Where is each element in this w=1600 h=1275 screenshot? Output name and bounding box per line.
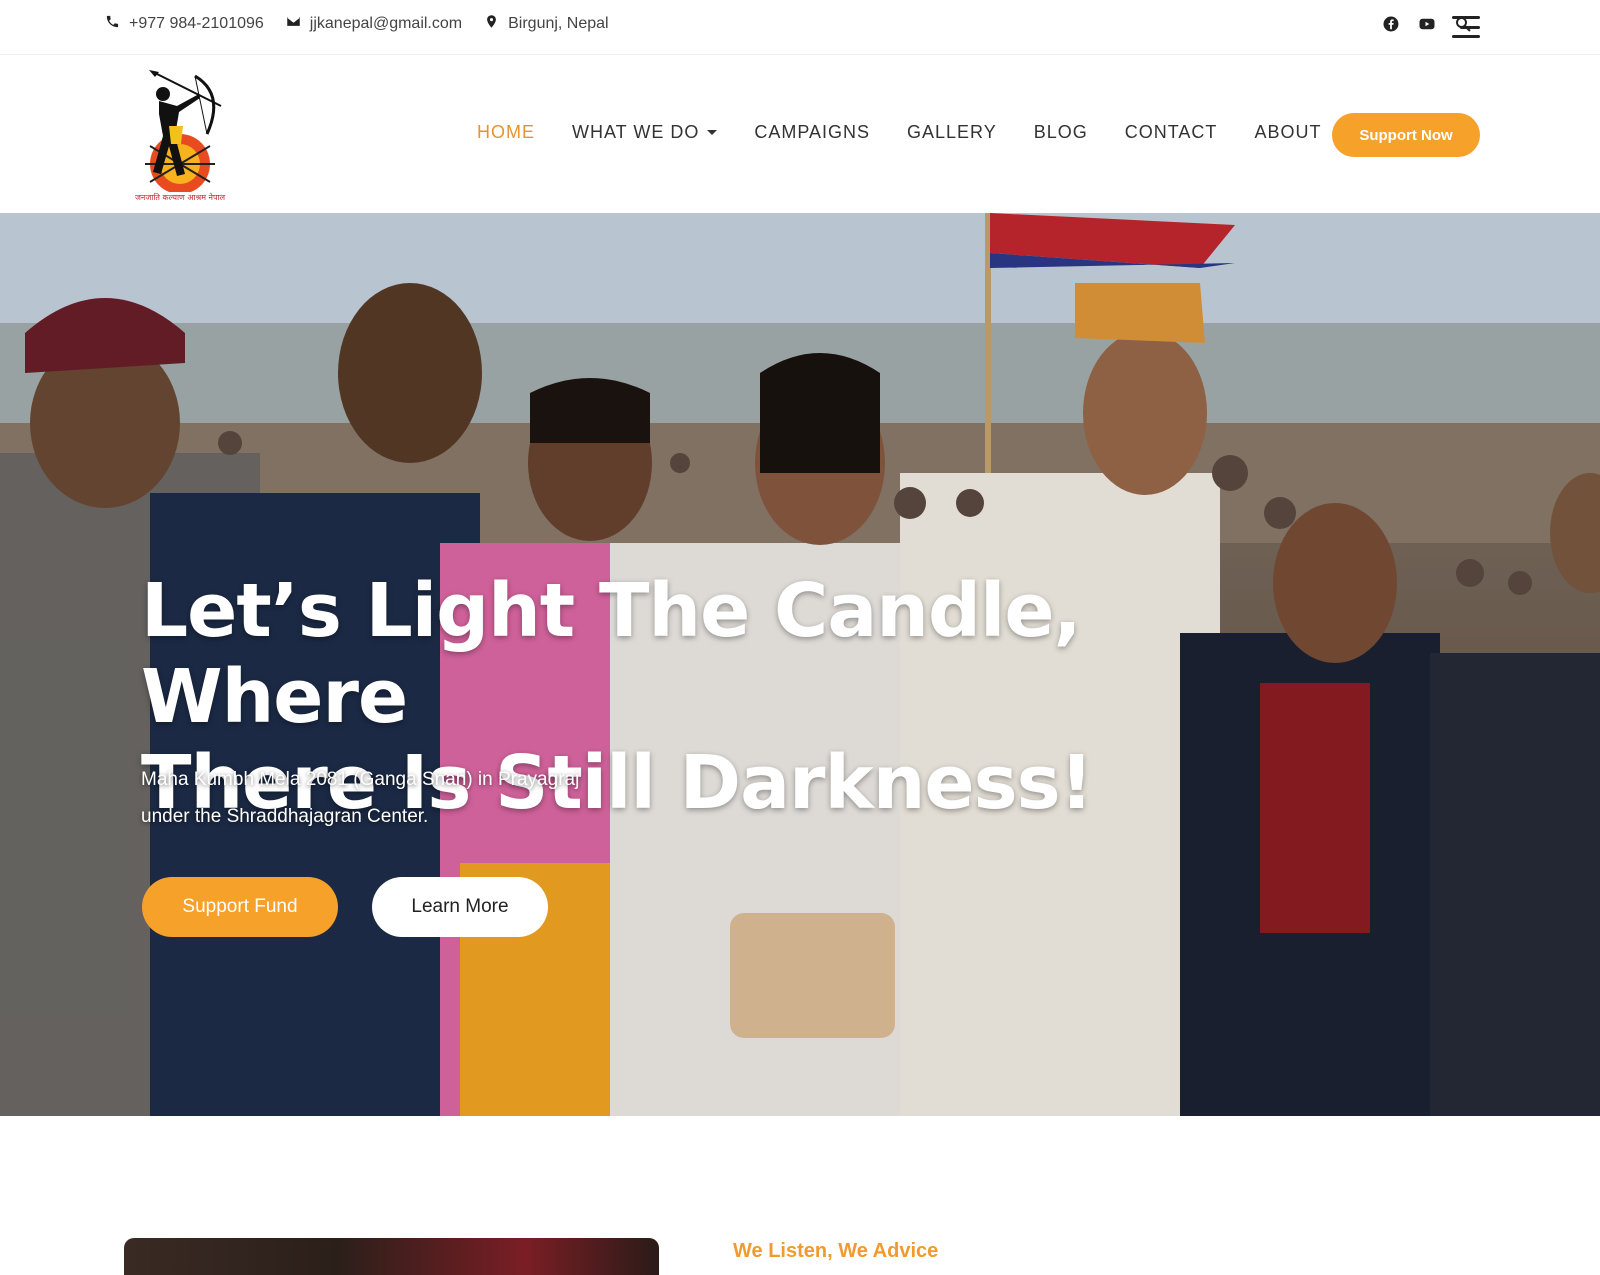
facebook-icon[interactable] xyxy=(1382,15,1400,38)
nav-label: GALLERY xyxy=(907,122,997,142)
youtube-icon[interactable] xyxy=(1418,15,1436,38)
logo-text: जनजाति कल्याण आश्रम नेपाल xyxy=(135,192,226,202)
phone-text: +977 984-2101096 xyxy=(129,15,264,32)
location-item: Birgunj, Nepal xyxy=(484,14,609,34)
contact-info: +977 984-2101096 jjkanepal@gmail.com Bir… xyxy=(105,14,609,34)
support-now-button[interactable]: Support Now xyxy=(1332,113,1480,157)
chevron-down-icon xyxy=(707,130,718,135)
section-image xyxy=(124,1238,659,1275)
nav-label: CAMPAIGNS xyxy=(754,122,871,142)
nav-item-contact[interactable]: CONTACT xyxy=(1125,122,1218,143)
email-text: jjkanepal@gmail.com xyxy=(309,15,463,32)
envelope-icon xyxy=(286,14,301,34)
hero-subtitle-line: under the Shraddhajagran Center. xyxy=(141,806,429,827)
menu-line xyxy=(1452,35,1480,38)
nav-label: CONTACT xyxy=(1124,122,1218,142)
nav-item-blog[interactable]: BLOG xyxy=(1034,122,1088,143)
hero-subtitle-line: Maha Kumbh Mela 2081 (Ganga Snan) in Pra… xyxy=(141,769,580,790)
hero-banner: Let’s Light The Candle, Where There Is S… xyxy=(0,213,1600,1116)
nav-item-campaigns[interactable]: CAMPAIGNS xyxy=(754,122,870,143)
learn-more-button[interactable]: Learn More xyxy=(372,877,548,937)
site-logo[interactable]: जनजाति कल्याण आश्रम नेपाल xyxy=(125,64,235,207)
phone-icon xyxy=(105,14,120,34)
menu-icon[interactable] xyxy=(1452,16,1480,38)
hero-subtitle: Maha Kumbh Mela 2081 (Ganga Snan) in Pra… xyxy=(141,761,661,835)
location-text: Birgunj, Nepal xyxy=(508,15,609,32)
menu-line xyxy=(1452,16,1480,19)
email-item[interactable]: jjkanepal@gmail.com xyxy=(286,14,462,34)
menu-line xyxy=(1460,25,1480,29)
nav-item-home[interactable]: HOME xyxy=(477,122,535,143)
nav-item-gallery[interactable]: GALLERY xyxy=(907,122,997,143)
phone-item[interactable]: +977 984-2101096 xyxy=(105,14,264,34)
nav-item-what-we-do[interactable]: WHAT WE DO xyxy=(572,122,718,143)
hero-title-line: Let’s Light The Candle, Where xyxy=(141,568,1082,740)
nav-label: WHAT WE DO xyxy=(572,122,700,142)
nav-label: BLOG xyxy=(1033,122,1088,142)
nav-item-about[interactable]: ABOUT xyxy=(1254,122,1321,143)
map-marker-icon xyxy=(484,14,499,34)
top-bar: +977 984-2101096 jjkanepal@gmail.com Bir… xyxy=(0,0,1600,55)
section-tagline: We Listen, We Advice xyxy=(733,1240,939,1262)
support-fund-button[interactable]: Support Fund xyxy=(142,877,338,937)
nav-label: HOME xyxy=(477,122,535,142)
site-header: जनजाति कल्याण आश्रम नेपाल HOME WHAT WE D… xyxy=(0,56,1600,212)
nav-label: ABOUT xyxy=(1254,122,1322,142)
main-nav: HOME WHAT WE DO CAMPAIGNS GALLERY BLOG C… xyxy=(477,122,1321,143)
